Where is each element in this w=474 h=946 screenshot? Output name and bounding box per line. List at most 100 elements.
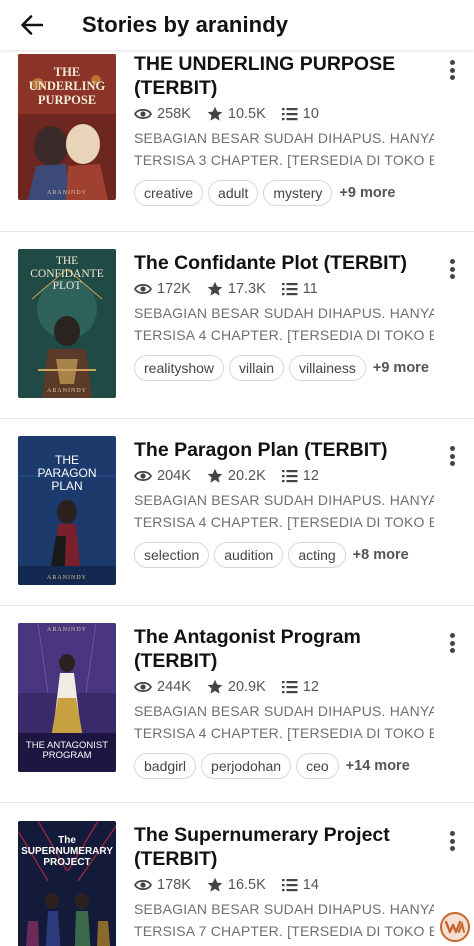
more-tags-link[interactable]: +9 more [339, 185, 395, 201]
logo-icon [445, 920, 465, 934]
reads-count: 204K [157, 468, 191, 484]
app-bar: Stories by aranindy [0, 0, 474, 50]
story-description-line-1: SEBAGIAN BESAR SUDAH DIHAPUS. HANYA [134, 305, 434, 321]
floating-logo-button[interactable] [440, 912, 470, 942]
story-menu-button[interactable] [442, 56, 462, 84]
arrow-left-icon [21, 15, 43, 35]
story-item[interactable]: THE PARAGON PLAN ARANINDY The Paragon Pl… [0, 418, 474, 606]
cover-title: THE PARAGON PLAN [37, 453, 97, 494]
story-info: The Paragon Plan (TERBIT) 204K 20.2K 12 … [134, 438, 434, 568]
cover-author: ARANINDY [47, 388, 87, 394]
cover-title: The SUPERNUMERARY PROJECT [21, 835, 113, 868]
story-description-line-1: SEBAGIAN BESAR SUDAH DIHAPUS. HANYA [134, 130, 434, 146]
more-vertical-icon [449, 831, 455, 836]
eye-icon [134, 470, 152, 482]
reads-count: 178K [157, 877, 191, 893]
story-cover[interactable]: THE UNDERLING PURPOSE ARANINDY [18, 54, 116, 200]
star-icon [207, 877, 223, 892]
page-title: Stories by aranindy [82, 12, 289, 37]
story-menu-button[interactable] [442, 255, 462, 283]
votes-count: 16.5K [227, 877, 266, 893]
tag-chip[interactable]: audition [214, 542, 284, 568]
eye-icon [134, 108, 152, 120]
parts-stat: 11 [281, 281, 318, 297]
parts-count: 12 [302, 468, 319, 484]
parts-stat: 12 [281, 679, 319, 695]
reads-count: 172K [157, 281, 191, 297]
story-title[interactable]: The Antagonist Program (TERBIT) [134, 625, 434, 673]
tag-chip[interactable]: acting [288, 542, 346, 568]
star-icon [207, 106, 223, 121]
story-cover[interactable]: THE CONFIDANTE PLOT ARANINDY [18, 249, 116, 398]
story-menu-button[interactable] [442, 629, 462, 657]
story-description-line-1: SEBAGIAN BESAR SUDAH DIHAPUS. HANYA [134, 901, 434, 917]
story-stats: 178K 16.5K 14 [134, 877, 434, 893]
star-icon [207, 468, 223, 483]
back-button[interactable] [10, 3, 54, 47]
star-icon [207, 281, 223, 296]
tag-chip[interactable]: villain [229, 355, 285, 381]
tag-chip[interactable]: adult [208, 180, 259, 206]
cover-author: ARANINDY [47, 190, 87, 196]
story-item[interactable]: THE ANTAGONIST PROGRAM ARANINDY The Anta… [0, 605, 474, 803]
tag-chip[interactable]: mystery [263, 180, 333, 206]
parts-count: 12 [302, 679, 319, 695]
more-vertical-icon [449, 60, 455, 65]
story-item[interactable]: THE CONFIDANTE PLOT ARANINDY The Confida… [0, 231, 474, 419]
story-cover[interactable]: THE PARAGON PLAN ARANINDY [18, 436, 116, 585]
tag-chip[interactable]: villainess [289, 355, 366, 381]
votes-stat: 16.5K [207, 877, 266, 893]
tag-chip[interactable]: realityshow [134, 355, 225, 381]
tag-list: badgirl perjodohan ceo +14 more [134, 753, 434, 779]
cover-author: ARANINDY [47, 627, 87, 633]
cover-author: ARANINDY [47, 575, 87, 581]
story-description-line-2: TERSISA 4 CHAPTER. [TERSEDIA DI TOKO B..… [134, 327, 434, 343]
story-title[interactable]: The Confidante Plot (TERBIT) [134, 251, 434, 275]
more-tags-link[interactable]: +8 more [353, 547, 409, 563]
tag-chip[interactable]: badgirl [134, 753, 197, 779]
more-vertical-icon [449, 446, 455, 451]
story-description-line-1: SEBAGIAN BESAR SUDAH DIHAPUS. HANYA [134, 492, 434, 508]
story-info: The Antagonist Program (TERBIT) 244K 20.… [134, 625, 434, 779]
tag-chip[interactable]: perjodohan [201, 753, 292, 779]
story-description-line-1: SEBAGIAN BESAR SUDAH DIHAPUS. HANYA [134, 703, 434, 719]
parts-stat: 10 [281, 106, 319, 122]
story-stats: 258K 10.5K 10 [134, 106, 434, 122]
list-icon [281, 681, 298, 694]
story-description-line-2: TERSISA 7 CHAPTER. [TERSEDIA DI TOKO B..… [134, 923, 434, 939]
more-tags-link[interactable]: +14 more [346, 758, 410, 774]
tag-list: selection audition acting +8 more [134, 542, 434, 568]
votes-count: 17.3K [227, 281, 266, 297]
tag-list: realityshow villain villainess +9 more [134, 355, 434, 381]
story-title[interactable]: The Paragon Plan (TERBIT) [134, 438, 434, 462]
list-icon [281, 283, 298, 296]
list-icon [281, 108, 298, 121]
more-vertical-icon [449, 259, 455, 264]
story-cover[interactable]: THE ANTAGONIST PROGRAM ARANINDY [18, 623, 116, 772]
story-menu-button[interactable] [442, 442, 462, 470]
tag-chip[interactable]: selection [134, 542, 210, 568]
cover-title: THE UNDERLING PURPOSE [28, 65, 106, 107]
tag-chip[interactable]: creative [134, 180, 204, 206]
reads-stat: 244K [134, 679, 191, 695]
star-icon [207, 679, 223, 694]
story-title[interactable]: The Supernumerary Project (TERBIT) [134, 823, 434, 871]
votes-stat: 17.3K [207, 281, 266, 297]
eye-icon [134, 283, 152, 295]
story-title[interactable]: THE UNDERLING PURPOSE (TERBIT) [134, 52, 434, 100]
parts-count: 11 [302, 281, 318, 297]
story-item[interactable]: The SUPERNUMERARY PROJECT The Supernumer… [0, 803, 474, 946]
tag-chip[interactable]: ceo [296, 753, 339, 779]
reads-stat: 204K [134, 468, 191, 484]
reads-stat: 258K [134, 106, 191, 122]
more-tags-link[interactable]: +9 more [373, 360, 429, 376]
parts-count: 14 [302, 877, 319, 893]
votes-stat: 20.2K [207, 468, 266, 484]
eye-icon [134, 879, 152, 891]
story-item[interactable]: THE UNDERLING PURPOSE ARANINDY THE UNDER… [0, 44, 474, 232]
parts-count: 10 [302, 106, 319, 122]
list-icon [281, 470, 298, 483]
story-menu-button[interactable] [442, 827, 462, 855]
cover-title: THE ANTAGONIST PROGRAM [25, 740, 109, 762]
story-cover[interactable]: The SUPERNUMERARY PROJECT [18, 821, 116, 946]
